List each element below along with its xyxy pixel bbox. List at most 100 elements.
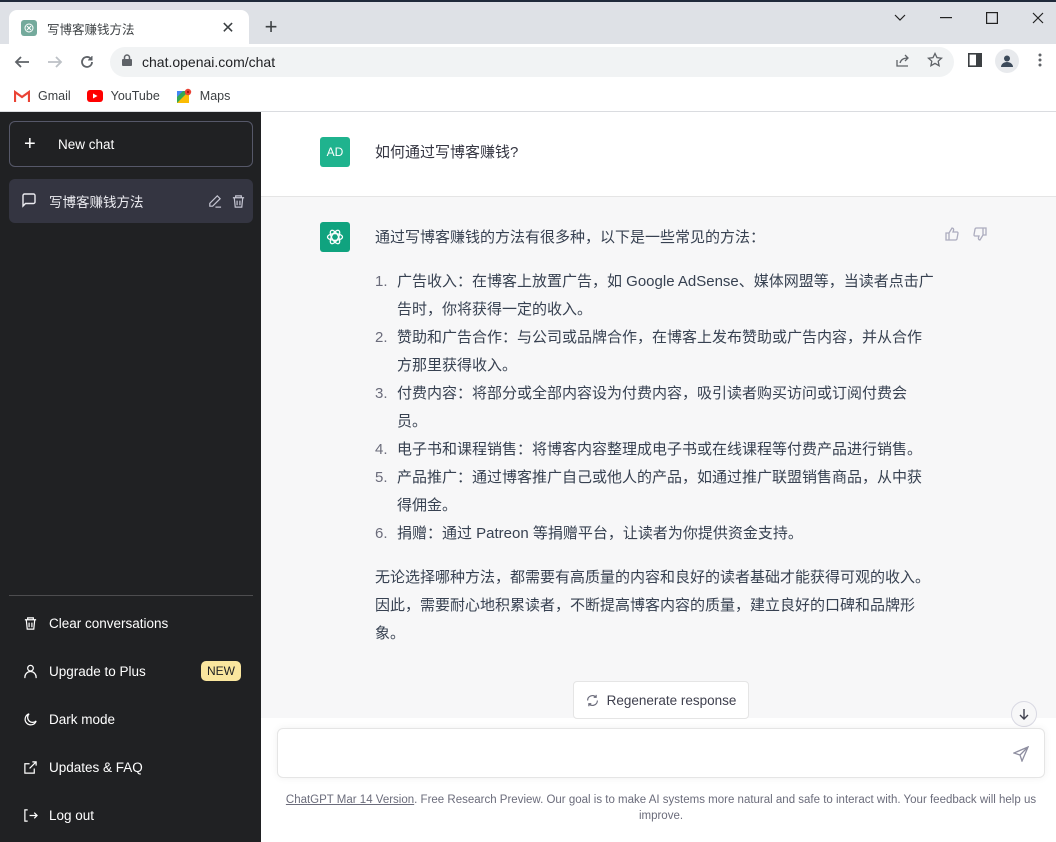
- tab-close-icon[interactable]: ✕: [219, 18, 237, 38]
- bookmark-star-icon[interactable]: [926, 51, 944, 69]
- new-badge: NEW: [201, 661, 241, 681]
- list-item: 6. 捐赠：通过 Patreon 等捐赠平台，让读者为你提供资金支持。: [375, 520, 935, 548]
- bookmark-maps[interactable]: Maps: [176, 88, 231, 104]
- list-number: 5.: [375, 469, 388, 486]
- external-link-icon: [21, 758, 39, 776]
- new-chat-button[interactable]: + New chat: [9, 121, 253, 167]
- user-avatar: AD: [320, 137, 350, 167]
- list-text: 付费内容：将部分或全部内容设为付费内容，吸引读者购买访问或订阅付费会员。: [397, 385, 908, 430]
- send-icon: [1013, 746, 1029, 762]
- list-item: 1. 广告收入：在博客上放置广告，如 Google AdSense、媒体网盟等，当…: [375, 268, 935, 324]
- assistant-conclusion: 无论选择哪种方法，都需要有高质量的内容和良好的读者基础才能获得可观的收入。因此，…: [375, 569, 931, 642]
- list-text: 广告收入：在博客上放置广告，如 Google AdSense、媒体网盟等，当读者…: [397, 273, 934, 318]
- browser-toolbar: chat.openai.com/chat: [0, 44, 1056, 80]
- refresh-icon: [586, 694, 598, 706]
- bookmark-label: Maps: [199, 88, 231, 103]
- bookmarks-bar: Gmail YouTube Maps: [0, 80, 1056, 112]
- send-button[interactable]: [1012, 745, 1030, 763]
- bookmark-gmail[interactable]: Gmail: [14, 89, 71, 103]
- maps-icon: [176, 88, 191, 103]
- tab-title: 写博客赚钱方法: [47, 22, 135, 37]
- sidebar-divider: [9, 595, 253, 596]
- gmail-icon: [14, 89, 30, 102]
- regenerate-label: Regenerate response: [606, 692, 737, 708]
- sidebar-item-dark-mode[interactable]: Dark mode: [9, 697, 253, 741]
- chatgpt-favicon-icon: [21, 20, 37, 36]
- browser-titlebar: 写博客赚钱方法 ✕ +: [0, 0, 1056, 46]
- url-text: chat.openai.com/chat: [142, 54, 276, 70]
- list-text: 电子书和课程销售：将博客内容整理成电子书或在线课程等付费产品进行销售。: [397, 441, 923, 458]
- thumbs-down-icon[interactable]: [971, 225, 989, 243]
- list-number: 3.: [375, 385, 388, 402]
- assistant-intro: 通过写博客赚钱的方法有很多种，以下是一些常见的方法：: [375, 229, 766, 246]
- bookmark-label: YouTube: [110, 88, 160, 103]
- sidebar: + New chat 写博客赚钱方法 Clear conversations U…: [0, 112, 261, 842]
- list-text: 产品推广：通过博客推广自己或他人的产品，如通过推广联盟销售商品，从中获得佣金。: [397, 469, 923, 514]
- list-item: 5. 产品推广：通过博客推广自己或他人的产品，如通过推广联盟销售商品，从中获得佣金…: [375, 464, 935, 520]
- sidebar-item-updates-faq[interactable]: Updates & FAQ: [9, 745, 253, 789]
- profile-avatar-icon[interactable]: [995, 49, 1019, 73]
- list-number: 1.: [375, 273, 388, 290]
- sidebar-item-label: Clear conversations: [49, 615, 169, 631]
- bookmark-label: Gmail: [38, 88, 71, 103]
- back-button[interactable]: [10, 50, 34, 74]
- sidebar-item-label: Upgrade to Plus: [49, 663, 146, 679]
- sidebar-item-clear-conversations[interactable]: Clear conversations: [9, 601, 253, 645]
- message-input-box[interactable]: [277, 728, 1045, 778]
- chat-main: AD 如何通过写博客赚钱? 通过写博客赚钱的方法有很多种，以下是一些常见的方法：…: [261, 112, 1056, 842]
- version-link[interactable]: ChatGPT Mar 14 Version: [286, 794, 414, 806]
- conversation-item[interactable]: 写博客赚钱方法: [9, 179, 253, 223]
- list-number: 6.: [375, 525, 388, 542]
- plus-icon: +: [24, 133, 36, 155]
- message-input[interactable]: [292, 743, 992, 765]
- scroll-to-bottom-button[interactable]: [1011, 701, 1037, 727]
- reload-button[interactable]: [75, 50, 99, 74]
- footer-disclaimer: ChatGPT Mar 14 Version. Free Research Pr…: [275, 792, 1047, 824]
- side-panel-icon[interactable]: [966, 51, 984, 69]
- new-tab-button[interactable]: +: [260, 16, 282, 38]
- minimize-button[interactable]: [934, 8, 958, 28]
- thumbs-up-icon[interactable]: [943, 225, 961, 243]
- assistant-method-list: 1. 广告收入：在博客上放置广告，如 Google AdSense、媒体网盟等，当…: [375, 268, 935, 548]
- openai-logo-icon: [320, 222, 350, 252]
- composer-area: Regenerate response ChatGPT Mar 14 Versi…: [261, 681, 1056, 842]
- youtube-icon: [86, 89, 103, 102]
- sidebar-item-upgrade-to-plus[interactable]: Upgrade to Plus NEW: [9, 649, 253, 693]
- assistant-message-row: 通过写博客赚钱的方法有很多种，以下是一些常见的方法： 1. 广告收入：在博客上放置…: [261, 197, 1056, 717]
- list-text: 赞助和广告合作：与公司或品牌合作，在博客上发布赞助或广告内容，并从合作方那里获得…: [397, 329, 923, 374]
- chat-bubble-icon: [21, 192, 37, 211]
- logout-icon: [21, 806, 39, 824]
- moon-icon: [21, 710, 39, 728]
- address-bar[interactable]: chat.openai.com/chat: [110, 47, 954, 77]
- forward-button[interactable]: [43, 50, 67, 74]
- new-chat-label: New chat: [58, 136, 115, 152]
- sidebar-item-log-out[interactable]: Log out: [9, 793, 253, 837]
- list-item: 3. 付费内容：将部分或全部内容设为付费内容，吸引读者购买访问或订阅付费会员。: [375, 380, 935, 436]
- conversation-title: 写博客赚钱方法: [49, 195, 144, 210]
- maximize-button[interactable]: [980, 8, 1004, 28]
- sidebar-item-label: Updates & FAQ: [49, 759, 143, 775]
- assistant-message-body: 通过写博客赚钱的方法有很多种，以下是一些常见的方法： 1. 广告收入：在博客上放置…: [375, 224, 935, 664]
- user-message-text: 如何通过写博客赚钱?: [375, 144, 519, 161]
- footer-text: . Free Research Preview. Our goal is to …: [414, 794, 1037, 822]
- list-item: 4. 电子书和课程销售：将博客内容整理成电子书或在线课程等付费产品进行销售。: [375, 436, 935, 464]
- arrow-down-icon: [1019, 709, 1029, 720]
- delete-trash-icon[interactable]: [229, 192, 247, 210]
- list-item: 2. 赞助和广告合作：与公司或品牌合作，在博客上发布赞助或广告内容，并从合作方那里…: [375, 324, 935, 380]
- list-number: 2.: [375, 329, 388, 346]
- browser-tab[interactable]: 写博客赚钱方法 ✕: [9, 10, 249, 46]
- list-text: 捐赠：通过 Patreon 等捐赠平台，让读者为你提供资金支持。: [397, 525, 803, 542]
- edit-pencil-icon[interactable]: [205, 192, 223, 210]
- user-icon: [21, 662, 39, 680]
- share-icon[interactable]: [894, 51, 912, 69]
- regenerate-response-button[interactable]: Regenerate response: [573, 681, 749, 719]
- sidebar-item-label: Dark mode: [49, 711, 116, 727]
- user-message-row: AD 如何通过写博客赚钱?: [261, 112, 1056, 197]
- list-number: 4.: [375, 441, 388, 458]
- trash-icon: [21, 614, 39, 632]
- lock-icon: [122, 53, 132, 71]
- menu-kebab-icon[interactable]: [1031, 51, 1049, 69]
- tab-search-icon[interactable]: [888, 8, 912, 28]
- close-window-button[interactable]: [1026, 8, 1050, 28]
- bookmark-youtube[interactable]: YouTube: [86, 88, 160, 103]
